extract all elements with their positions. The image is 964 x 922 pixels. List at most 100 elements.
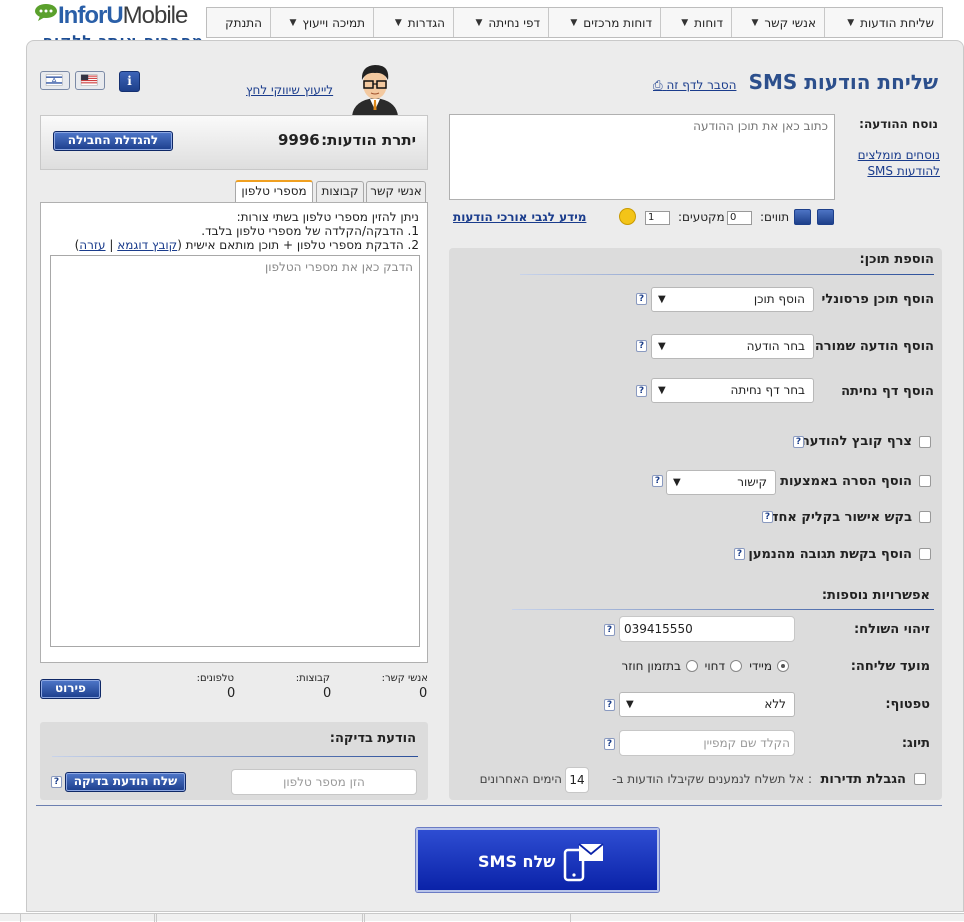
nav-logout[interactable]: התנתק [207, 8, 270, 37]
usa-flag-icon[interactable] [75, 71, 105, 90]
tag-label: תיוג: [901, 736, 930, 751]
caret-down-icon: ▼ [570, 17, 578, 28]
info-button[interactable]: i [119, 71, 140, 92]
israel-flag-icon[interactable] [40, 71, 70, 90]
frequency-limit-label: הגבלת תדירות [820, 772, 906, 787]
mobile-message-icon [563, 843, 604, 882]
step-back-icon[interactable] [794, 209, 811, 225]
caret-down-icon: ▼ [681, 17, 689, 28]
nav-settings[interactable]: הגדרות ▼ [373, 8, 453, 37]
speech-bubble-icon [35, 4, 57, 21]
frequency-days-suffix: הימים האחרונים [479, 772, 562, 786]
unsubscribe-checkbox[interactable] [919, 475, 931, 487]
frequency-days-input[interactable]: 14 [565, 767, 589, 793]
personal-content-select[interactable]: הוסף תוכן ▼ [651, 287, 814, 312]
help-icon[interactable]: ? [793, 436, 804, 448]
contacts-count-label: אנשי קשר: [381, 673, 428, 684]
tab-groups[interactable]: קבוצות [316, 181, 364, 202]
drip-select[interactable]: ללא ▼ [619, 692, 795, 717]
landing-page-select[interactable]: בחר דף נחיתה ▼ [651, 378, 814, 403]
frequency-limit-checkbox[interactable] [914, 773, 926, 785]
print-icon: ⎙ [653, 78, 663, 92]
marketing-consult-link[interactable]: לייעוץ שיווקי לחץ [246, 83, 333, 97]
help-icon[interactable]: ? [51, 776, 62, 788]
response-request-checkbox[interactable] [919, 548, 931, 560]
send-recurring-radio[interactable] [686, 660, 698, 672]
send-sms-label: שלח SMS [478, 852, 556, 871]
send-time-label: מועד שליחה: [850, 659, 930, 674]
nav-landing-pages[interactable]: דפי נחיתה ▼ [453, 8, 548, 37]
balance-label: יתרת הודעות: [321, 131, 416, 149]
caret-down-icon: ▼ [847, 17, 855, 28]
chars-label: תווים: [760, 210, 790, 224]
personal-content-label: הוסף תוכן פרסונלי [821, 292, 934, 307]
attach-file-checkbox[interactable] [919, 436, 931, 448]
long-messages-info-link[interactable]: מידע לגבי אורכי הודעות [453, 210, 586, 224]
sender-id-label: זיהוי השולח: [853, 622, 930, 637]
help-icon[interactable]: ? [604, 699, 615, 711]
help-icon[interactable]: ? [636, 340, 647, 352]
one-click-checkbox[interactable] [919, 511, 931, 523]
help-icon[interactable]: ? [762, 511, 773, 523]
upgrade-package-button[interactable]: להגדלת החבילה [53, 131, 173, 151]
tab-phone-numbers[interactable]: מספרי טלפון [235, 180, 313, 202]
phone-instructions: ניתן להזין מספרי טלפון בשתי צורות: 1. הד… [74, 210, 419, 252]
caret-down-icon: ▼ [673, 477, 681, 488]
sample-file-link[interactable]: קובץ דוגמא [117, 238, 177, 252]
nav-reports[interactable]: דוחות ▼ [660, 8, 731, 37]
divider [512, 609, 934, 610]
send-sms-button[interactable]: שלח SMS [416, 828, 659, 892]
send-later-radio[interactable] [730, 660, 742, 672]
tab-contacts[interactable]: אנשי קשר [366, 181, 426, 202]
contacts-count: 0 [419, 686, 428, 701]
help-link[interactable]: עזרה [79, 238, 105, 252]
caret-down-icon: ▼ [475, 17, 483, 28]
frequency-limit-text: : אל תשלח לנמענים שקיבלו הודעות ב- [612, 772, 812, 786]
caret-down-icon: ▼ [394, 17, 402, 28]
nav-support[interactable]: תמיכה וייעוץ ▼ [270, 8, 373, 37]
details-button[interactable]: פירוט [40, 679, 101, 699]
campaign-tag-input[interactable]: הקלד שם קמפיין [619, 730, 795, 756]
landing-page-label: הוסף דף נחיתה [841, 384, 934, 399]
message-textarea[interactable] [449, 114, 835, 200]
explain-page-link[interactable]: הסבר לדף זה ⎙ [653, 78, 736, 93]
unsubscribe-label: הוסף הסרה באמצעות [780, 474, 912, 489]
test-phone-input[interactable]: הזן מספר טלפון [231, 769, 417, 795]
phones-count-label: טלפונים: [196, 673, 234, 684]
help-icon[interactable]: ? [636, 293, 647, 305]
nav-send-messages[interactable]: שליחת הודעות ▼ [824, 8, 942, 37]
divider [52, 756, 418, 757]
chars-count: 0 [727, 211, 752, 225]
response-request-label: הוסף בקשת תגובה מהנמען [748, 547, 912, 562]
phone-numbers-textarea[interactable]: הדבק כאן את מספרי הטלפון [50, 255, 420, 647]
page-title: שליחת הודעות SMS [748, 70, 938, 94]
help-icon[interactable]: ? [636, 385, 647, 397]
skip-back-icon[interactable] [817, 209, 834, 225]
unsubscribe-select[interactable]: קישור ▼ [666, 470, 776, 495]
consultant-avatar-icon [352, 65, 398, 116]
more-options-heading: אפשרויות נוספות: [821, 588, 930, 603]
divider [36, 805, 942, 806]
caret-down-icon: ▼ [289, 17, 297, 28]
saved-message-select[interactable]: בחר הודעה ▼ [651, 334, 814, 359]
help-icon[interactable]: ? [734, 548, 745, 560]
emoji-icon[interactable] [619, 208, 636, 225]
send-later-label: דחוי [704, 659, 725, 673]
top-navigation: שליחת הודעות ▼ אנשי קשר ▼ דוחות ▼ דוחות מרכ… [206, 7, 943, 38]
phones-count: 0 [227, 686, 236, 701]
help-icon[interactable]: ? [604, 624, 615, 636]
message-label: נוסח ההודעה: [859, 117, 938, 131]
test-message-heading: הודעת בדיקה: [329, 731, 416, 746]
nav-summary-reports[interactable]: דוחות מרכזים ▼ [548, 8, 660, 37]
send-test-button[interactable]: שלח הודעת בדיקה [65, 772, 186, 792]
nav-contacts[interactable]: אנשי קשר ▼ [731, 8, 824, 37]
divider [520, 274, 934, 275]
help-icon[interactable]: ? [652, 475, 663, 487]
caret-down-icon: ▼ [626, 699, 634, 710]
bottom-bar [0, 913, 964, 922]
help-icon[interactable]: ? [604, 738, 615, 750]
recommended-templates-link[interactable]: נוסחים מומלצים להודעות SMS [840, 147, 940, 179]
brand-name: InforUMobile [58, 2, 188, 29]
sender-id-input[interactable]: 039415550 [619, 616, 795, 642]
send-now-radio[interactable] [777, 660, 789, 672]
